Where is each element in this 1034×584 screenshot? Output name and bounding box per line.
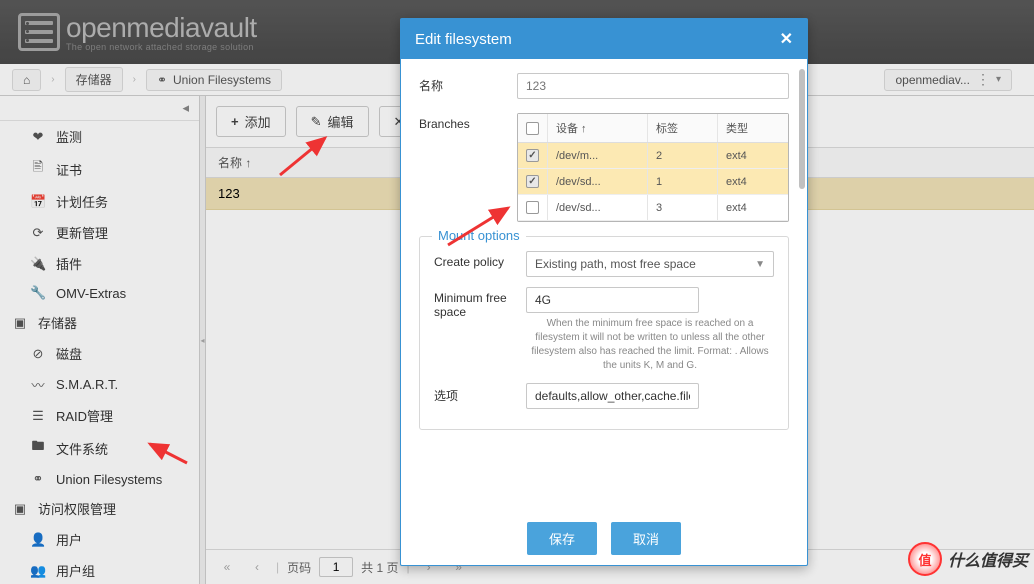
- dialog-title: Edit filesystem: [415, 31, 512, 48]
- branch-row[interactable]: /dev/m... 2 ext4: [518, 143, 788, 169]
- select-all-checkbox[interactable]: [526, 122, 539, 135]
- create-policy-label: Create policy: [434, 251, 526, 277]
- watermark: 值 什么值得买: [908, 542, 1028, 576]
- branch-label: 2: [648, 143, 718, 168]
- branch-type: ext4: [718, 143, 788, 168]
- branch-type: ext4: [718, 169, 788, 194]
- options-input[interactable]: [526, 383, 699, 409]
- branch-type: ext4: [718, 195, 788, 220]
- minfree-label: Minimum free space: [434, 287, 526, 373]
- branch-device: /dev/sd...: [548, 169, 648, 194]
- options-label: 选项: [434, 383, 526, 409]
- branch-device: /dev/sd...: [548, 195, 648, 220]
- mount-options-legend: Mount options: [432, 228, 526, 243]
- branch-checkbox[interactable]: [526, 149, 539, 162]
- minfree-input[interactable]: [526, 287, 699, 313]
- caret-down-icon: ▼: [755, 259, 765, 270]
- branch-checkbox[interactable]: [526, 175, 539, 188]
- cancel-button[interactable]: 取消: [611, 522, 681, 555]
- watermark-text: 什么值得买: [948, 547, 1028, 571]
- close-icon[interactable]: ✕: [780, 29, 793, 49]
- name-input[interactable]: [517, 73, 789, 99]
- branch-device: /dev/m...: [548, 143, 648, 168]
- mount-options-fieldset: Mount options Create policy Existing pat…: [419, 236, 789, 430]
- watermark-badge: 值: [908, 542, 942, 576]
- save-button[interactable]: 保存: [527, 522, 597, 555]
- col-device[interactable]: 设备 ↑: [548, 114, 648, 142]
- create-policy-select[interactable]: Existing path, most free space ▼: [526, 251, 774, 277]
- dialog-footer: 保存 取消: [401, 512, 807, 565]
- branch-label: 1: [648, 169, 718, 194]
- col-label[interactable]: 标签: [648, 114, 718, 142]
- branch-row[interactable]: /dev/sd... 3 ext4: [518, 195, 788, 221]
- edit-filesystem-dialog: Edit filesystem ✕ 名称 Branches 设备 ↑ 标签 类型…: [400, 18, 808, 566]
- dialog-header: Edit filesystem ✕: [401, 19, 807, 59]
- name-label: 名称: [419, 73, 517, 99]
- branches-header: 设备 ↑ 标签 类型: [518, 114, 788, 143]
- branches-table: 设备 ↑ 标签 类型 /dev/m... 2 ext4 /dev/sd... 1…: [517, 113, 789, 222]
- branch-checkbox[interactable]: [526, 201, 539, 214]
- col-type[interactable]: 类型: [718, 114, 788, 142]
- branches-label: Branches: [419, 113, 517, 131]
- branch-label: 3: [648, 195, 718, 220]
- dialog-body: 名称 Branches 设备 ↑ 标签 类型 /dev/m... 2 ext4 …: [401, 59, 807, 512]
- branch-row[interactable]: /dev/sd... 1 ext4: [518, 169, 788, 195]
- minfree-hint: When the minimum free space is reached o…: [526, 317, 774, 373]
